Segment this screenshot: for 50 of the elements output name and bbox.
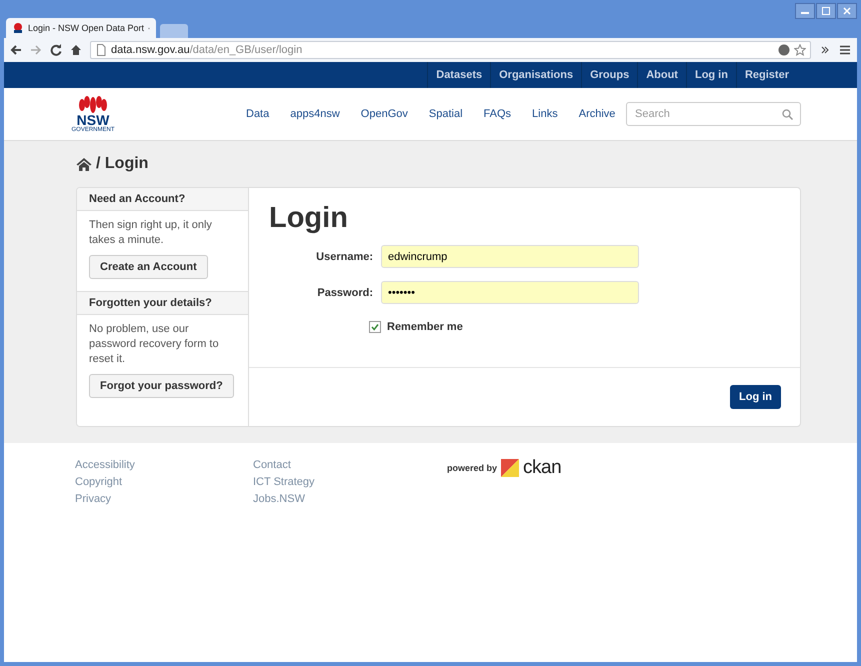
close-icon xyxy=(843,7,851,15)
top-nav-link[interactable]: Log in xyxy=(686,62,736,88)
main-nav-link[interactable]: Data xyxy=(246,108,270,120)
remember-checkbox[interactable] xyxy=(369,321,381,333)
reload-icon[interactable] xyxy=(50,44,62,56)
ckan-logo-icon[interactable] xyxy=(501,459,520,477)
login-heading: Login xyxy=(269,202,349,235)
top-nav-link[interactable]: Datasets xyxy=(427,62,490,88)
main-nav-link[interactable]: FAQs xyxy=(484,108,512,120)
ckan-logo-text[interactable]: ckan xyxy=(523,459,562,477)
section-text: Then sign right up, it only takes a minute. xyxy=(89,218,213,248)
main-nav-link[interactable]: Spatial xyxy=(428,108,463,120)
input-field[interactable]: ••••••• xyxy=(381,281,639,304)
field-label: Username: xyxy=(315,250,373,262)
maximize-button[interactable] xyxy=(816,3,836,19)
top-nav-link[interactable]: Groups xyxy=(581,62,638,88)
top-nav-link[interactable]: About xyxy=(637,62,686,88)
input-field[interactable]: edwincrump xyxy=(381,245,639,268)
page-icon xyxy=(95,44,107,56)
search-icon[interactable] xyxy=(782,108,793,120)
powered-by-text: powered by xyxy=(447,463,498,473)
url-text: data.nsw.gov.au/data/en_GB/user/login xyxy=(111,44,302,56)
browser-tab[interactable]: Login - NSW Open Data Port xyxy=(6,18,156,38)
section-text: No problem, use our password recovery form to reset it. xyxy=(89,322,220,367)
close-button[interactable] xyxy=(837,3,857,19)
main-nav-link[interactable]: apps4nsw xyxy=(290,108,340,120)
main-nav-link[interactable]: Archive xyxy=(578,108,616,120)
star-icon[interactable] xyxy=(794,44,806,56)
home-icon[interactable] xyxy=(76,157,92,171)
main-nav-link[interactable]: Links xyxy=(532,108,558,120)
chevron-icon[interactable] xyxy=(819,44,831,56)
address-bar[interactable]: data.nsw.gov.au/data/en_GB/user/login xyxy=(90,41,811,59)
checkbox-label: Remember me xyxy=(387,321,463,333)
section-heading: Forgotten your details? xyxy=(77,291,248,315)
section-heading: Need an Account? xyxy=(77,188,248,211)
top-nav-link[interactable]: Register xyxy=(736,62,797,88)
breadcrumb-current: / Login xyxy=(96,155,148,173)
forgot-password-button[interactable]: Forgot your password? xyxy=(89,374,234,398)
back-icon[interactable] xyxy=(10,44,22,56)
maximize-icon xyxy=(822,7,830,15)
create-account-button[interactable]: Create an Account xyxy=(89,255,208,279)
home-icon[interactable] xyxy=(70,44,82,56)
top-nav-link[interactable]: Organisations xyxy=(490,62,582,88)
search-field[interactable]: Search xyxy=(626,102,801,126)
menu-icon[interactable] xyxy=(839,44,851,56)
login-button[interactable]: Log in xyxy=(730,385,781,409)
main-nav-link[interactable]: OpenGov xyxy=(360,108,408,120)
tab-title: Login - NSW Open Data Port xyxy=(28,23,144,33)
field-label: Password: xyxy=(316,286,373,298)
minimize-button[interactable] xyxy=(795,3,815,19)
